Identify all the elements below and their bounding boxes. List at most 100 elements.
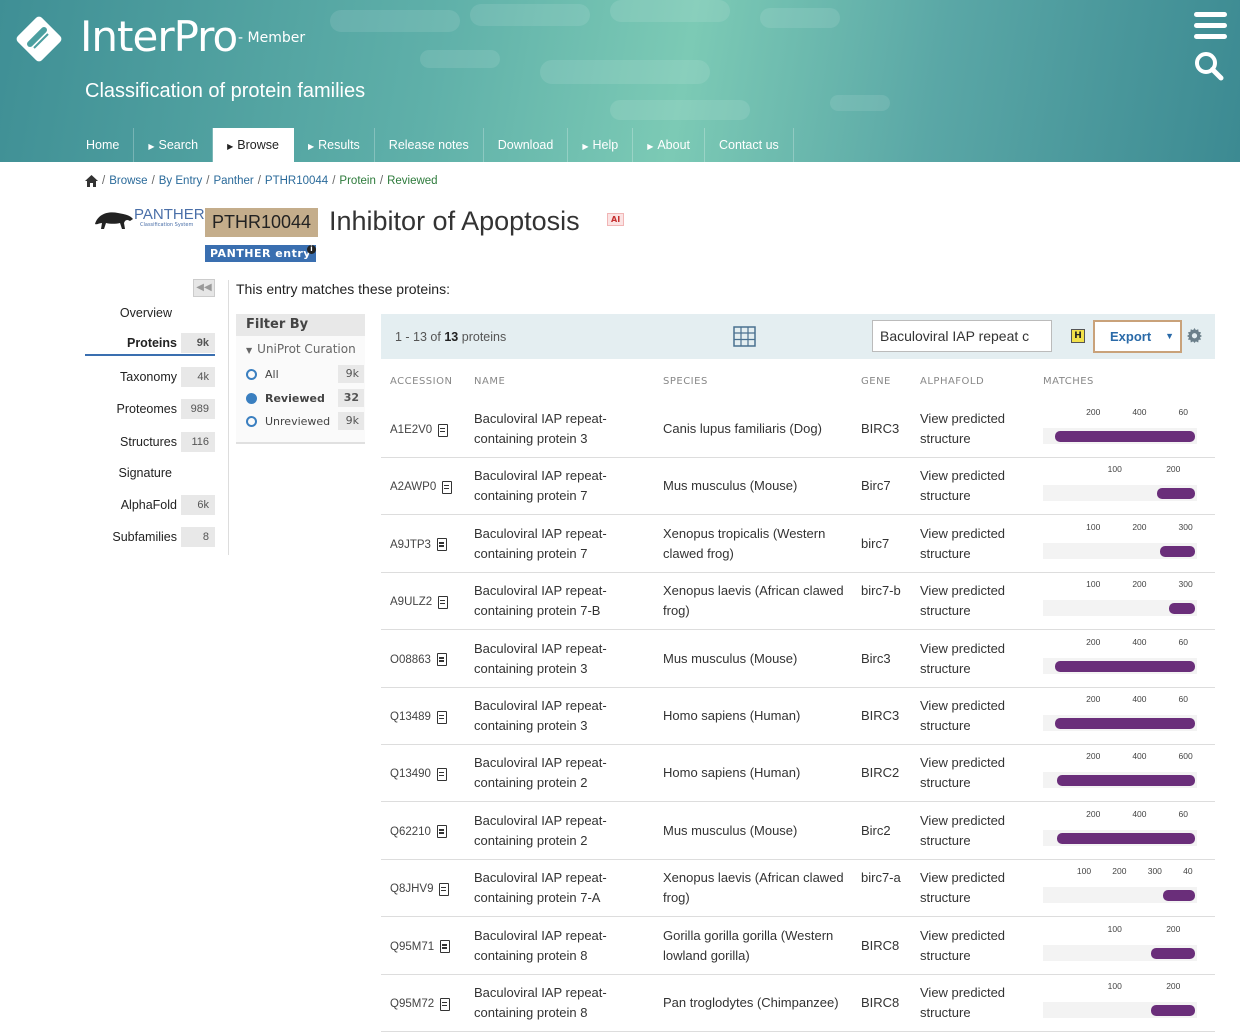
- alphafold-link[interactable]: View predicted structure: [920, 926, 1030, 966]
- protein-name-link[interactable]: Baculoviral IAP repeat-containing protei…: [474, 524, 649, 564]
- document-icon[interactable]: [436, 767, 447, 781]
- document-icon[interactable]: [438, 595, 449, 609]
- protein-name-link[interactable]: Baculoviral IAP repeat-containing protei…: [474, 466, 649, 506]
- alphafold-link[interactable]: View predicted structure: [920, 696, 1030, 736]
- search-icon[interactable]: [1193, 50, 1225, 82]
- nav-results[interactable]: ▶ Results: [294, 128, 375, 162]
- match-bar[interactable]: [1163, 890, 1196, 902]
- accession-link[interactable]: A9JTP3: [390, 535, 447, 555]
- filter-option-all[interactable]: All 9k: [246, 365, 364, 383]
- match-track[interactable]: 200 400 60: [1043, 637, 1203, 679]
- panther-logo[interactable]: PANTHER Classification System: [94, 206, 205, 234]
- accession-text[interactable]: Q95M71: [390, 937, 434, 957]
- info-icon[interactable]: i: [307, 245, 316, 254]
- match-bar[interactable]: [1055, 660, 1196, 672]
- match-track[interactable]: 100 200: [1043, 464, 1203, 506]
- radio-button[interactable]: [246, 368, 257, 380]
- accession-link[interactable]: Q95M72: [390, 994, 451, 1014]
- collapse-sidebar-icon[interactable]: ◀◀: [193, 279, 215, 297]
- nav-help[interactable]: ▶ Help: [568, 128, 634, 162]
- document-icon[interactable]: [436, 710, 447, 724]
- accession-text[interactable]: A1E2V0: [390, 420, 432, 440]
- match-bar[interactable]: [1169, 603, 1196, 615]
- breadcrumb-panther[interactable]: Panther: [213, 175, 253, 187]
- nav-release-notes[interactable]: Release notes: [375, 128, 484, 162]
- highlight-icon[interactable]: H: [1071, 329, 1085, 343]
- nav-browse[interactable]: ▶ Browse: [213, 128, 294, 162]
- accession-text[interactable]: A2AWP0: [390, 477, 436, 497]
- species-link[interactable]: Mus musculus (Mouse): [663, 649, 853, 669]
- sidebar-item-alphafold[interactable]: AlphaFold 6k: [85, 493, 215, 517]
- alphafold-link[interactable]: View predicted structure: [920, 868, 1030, 908]
- protein-name-link[interactable]: Baculoviral IAP repeat-containing protei…: [474, 983, 649, 1023]
- breadcrumb-protein[interactable]: Protein: [339, 175, 375, 187]
- breadcrumb-accession[interactable]: PTHR10044: [265, 175, 328, 187]
- nav-contact-us[interactable]: Contact us: [705, 128, 794, 162]
- menu-icon[interactable]: [1194, 12, 1227, 39]
- match-track[interactable]: 200 400 60: [1043, 809, 1203, 851]
- document-icon[interactable]: [436, 653, 447, 667]
- home-icon[interactable]: [85, 175, 98, 187]
- protein-name-link[interactable]: Baculoviral IAP repeat-containing protei…: [474, 811, 649, 851]
- filter-option-unreviewed[interactable]: Unreviewed 9k: [246, 412, 364, 430]
- accession-link[interactable]: Q13489: [390, 707, 447, 727]
- alphafold-link[interactable]: View predicted structure: [920, 983, 1030, 1023]
- filter-group-uniprot[interactable]: ▼ UniProt Curation: [236, 336, 365, 356]
- sidebar-item-structures[interactable]: Structures 116: [85, 430, 215, 454]
- logo-text[interactable]: InterPro: [80, 12, 238, 61]
- sidebar-item-signature[interactable]: Signature: [85, 461, 215, 485]
- header-name[interactable]: NAME: [474, 376, 505, 387]
- nav-home[interactable]: Home: [72, 128, 135, 162]
- match-bar[interactable]: [1156, 488, 1196, 500]
- filter-option-reviewed[interactable]: Reviewed 32: [246, 389, 364, 407]
- match-bar[interactable]: [1055, 718, 1196, 729]
- accession-text[interactable]: Q13489: [390, 707, 431, 727]
- nav-search[interactable]: ▶ Search: [134, 128, 214, 162]
- alphafold-link[interactable]: View predicted structure: [920, 466, 1030, 506]
- interpro-logo-icon[interactable]: [12, 12, 66, 66]
- export-button[interactable]: Export ▼: [1093, 320, 1182, 353]
- protein-name-link[interactable]: Baculoviral IAP repeat-containing protei…: [474, 926, 649, 966]
- accession-link[interactable]: A1E2V0: [390, 420, 449, 440]
- accession-text[interactable]: Q8JHV9: [390, 879, 433, 899]
- protein-name-link[interactable]: Baculoviral IAP repeat-containing protei…: [474, 581, 649, 621]
- header-species[interactable]: SPECIES: [663, 376, 708, 387]
- alphafold-link[interactable]: View predicted structure: [920, 753, 1030, 793]
- species-link[interactable]: Homo sapiens (Human): [663, 763, 853, 783]
- match-bar[interactable]: [1160, 545, 1196, 557]
- alphafold-link[interactable]: View predicted structure: [920, 409, 1030, 449]
- sidebar-item-overview[interactable]: Overview: [85, 301, 215, 325]
- breadcrumb-browse[interactable]: Browse: [109, 175, 147, 187]
- match-track[interactable]: 200 400 600: [1043, 751, 1203, 793]
- accession-text[interactable]: A9JTP3: [390, 535, 431, 555]
- sidebar-item-subfamilies[interactable]: Subfamilies 8: [85, 525, 215, 549]
- breadcrumb-by-entry[interactable]: By Entry: [159, 175, 202, 187]
- table-search-input[interactable]: Baculoviral IAP repeat c: [872, 320, 1052, 352]
- nav-download[interactable]: Download: [484, 128, 569, 162]
- match-track[interactable]: 100 200 300 40: [1043, 866, 1203, 908]
- alphafold-link[interactable]: View predicted structure: [920, 581, 1030, 621]
- accession-link[interactable]: O08863: [390, 650, 447, 670]
- match-track[interactable]: 100 200 300: [1043, 522, 1203, 564]
- document-icon[interactable]: [442, 480, 453, 494]
- species-link[interactable]: Xenopus tropicalis (Western clawed frog): [663, 524, 853, 564]
- document-icon[interactable]: [439, 882, 450, 896]
- document-icon[interactable]: [436, 825, 447, 839]
- nav-about[interactable]: ▶ About: [633, 128, 706, 162]
- document-icon[interactable]: [440, 940, 451, 954]
- species-link[interactable]: Pan troglodytes (Chimpanzee): [663, 993, 853, 1013]
- match-track[interactable]: 100 200 300: [1043, 579, 1203, 621]
- species-link[interactable]: Mus musculus (Mouse): [663, 821, 853, 841]
- species-link[interactable]: Mus musculus (Mouse): [663, 476, 853, 496]
- sidebar-item-proteins[interactable]: Proteins 9k: [85, 332, 215, 356]
- species-link[interactable]: Gorilla gorilla gorilla (Western lowland…: [663, 926, 853, 966]
- radio-button[interactable]: [246, 415, 257, 427]
- header-alphafold[interactable]: ALPHAFOLD: [920, 376, 984, 387]
- protein-name-link[interactable]: Baculoviral IAP repeat-containing protei…: [474, 639, 649, 679]
- alphafold-link[interactable]: View predicted structure: [920, 639, 1030, 679]
- header-accession[interactable]: ACCESSION: [390, 376, 452, 387]
- sidebar-item-proteomes[interactable]: Proteomes 989: [85, 397, 215, 421]
- accession-text[interactable]: Q95M72: [390, 994, 434, 1014]
- species-link[interactable]: Xenopus laevis (African clawed frog): [663, 868, 853, 908]
- match-bar[interactable]: [1056, 775, 1196, 787]
